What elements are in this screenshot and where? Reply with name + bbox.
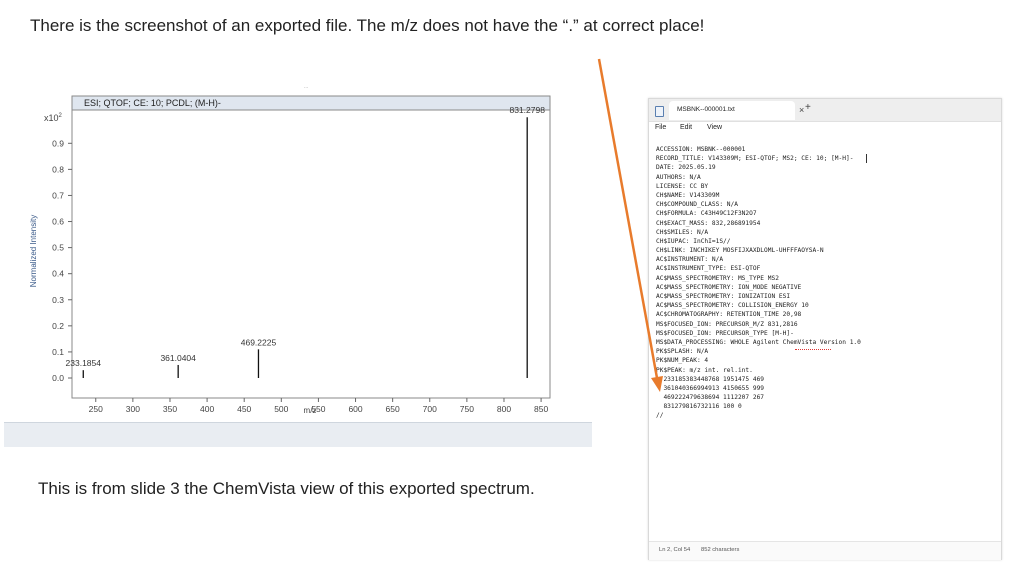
annotation-arrow (597, 58, 663, 392)
arrow-line (597, 58, 659, 379)
arrow-head (651, 376, 663, 392)
